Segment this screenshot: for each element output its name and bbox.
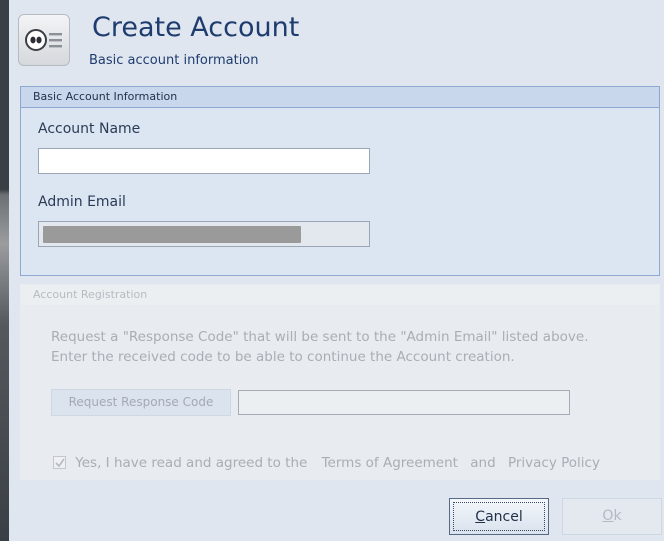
cancel-accelerator: C [475, 509, 486, 525]
dialog-header: Create Account Basic account information [9, 0, 664, 82]
ok-button[interactable]: Ok [562, 498, 662, 535]
account-name-label: Account Name [38, 121, 141, 137]
registration-description-line1: Request a "Response Code" that will be s… [51, 329, 589, 345]
chat-bubble-eyes-icon [18, 14, 70, 66]
agree-text: Yes, I have read and agreed to the [75, 455, 308, 471]
admin-email-field[interactable] [38, 221, 370, 247]
basic-account-group: Basic Account Information Account Name A… [20, 86, 660, 276]
cancel-label: ancel [485, 509, 523, 525]
redacted-email-bar [43, 226, 301, 243]
basic-account-group-header: Basic Account Information [21, 87, 659, 108]
ok-accelerator: O [602, 508, 614, 524]
privacy-policy-link[interactable]: Privacy Policy [508, 455, 600, 471]
agree-checkbox[interactable] [53, 455, 66, 469]
terms-agreement-row: Yes, I have read and agreed to the Terms… [53, 455, 600, 473]
dialog-title: Create Account [92, 12, 300, 43]
response-code-input[interactable] [238, 390, 570, 415]
account-name-input[interactable] [38, 148, 370, 174]
terms-of-agreement-link[interactable]: Terms of Agreement [322, 455, 458, 471]
account-registration-group: Account Registration Request a "Response… [20, 284, 660, 480]
and-text: and [470, 455, 496, 471]
cancel-button[interactable]: Cancel [449, 498, 549, 535]
checkmark-icon [55, 458, 65, 467]
admin-email-label: Admin Email [38, 194, 126, 210]
request-response-code-button[interactable]: Request Response Code [51, 389, 231, 416]
registration-description-line2: Enter the received code to be able to co… [51, 349, 515, 365]
account-registration-group-header: Account Registration [21, 285, 659, 305]
dialog-subtitle: Basic account information [89, 53, 259, 68]
cancel-button-focus-rect: Cancel [453, 502, 545, 531]
create-account-dialog: Create Account Basic account information… [9, 0, 664, 541]
ok-label: k [613, 508, 622, 524]
